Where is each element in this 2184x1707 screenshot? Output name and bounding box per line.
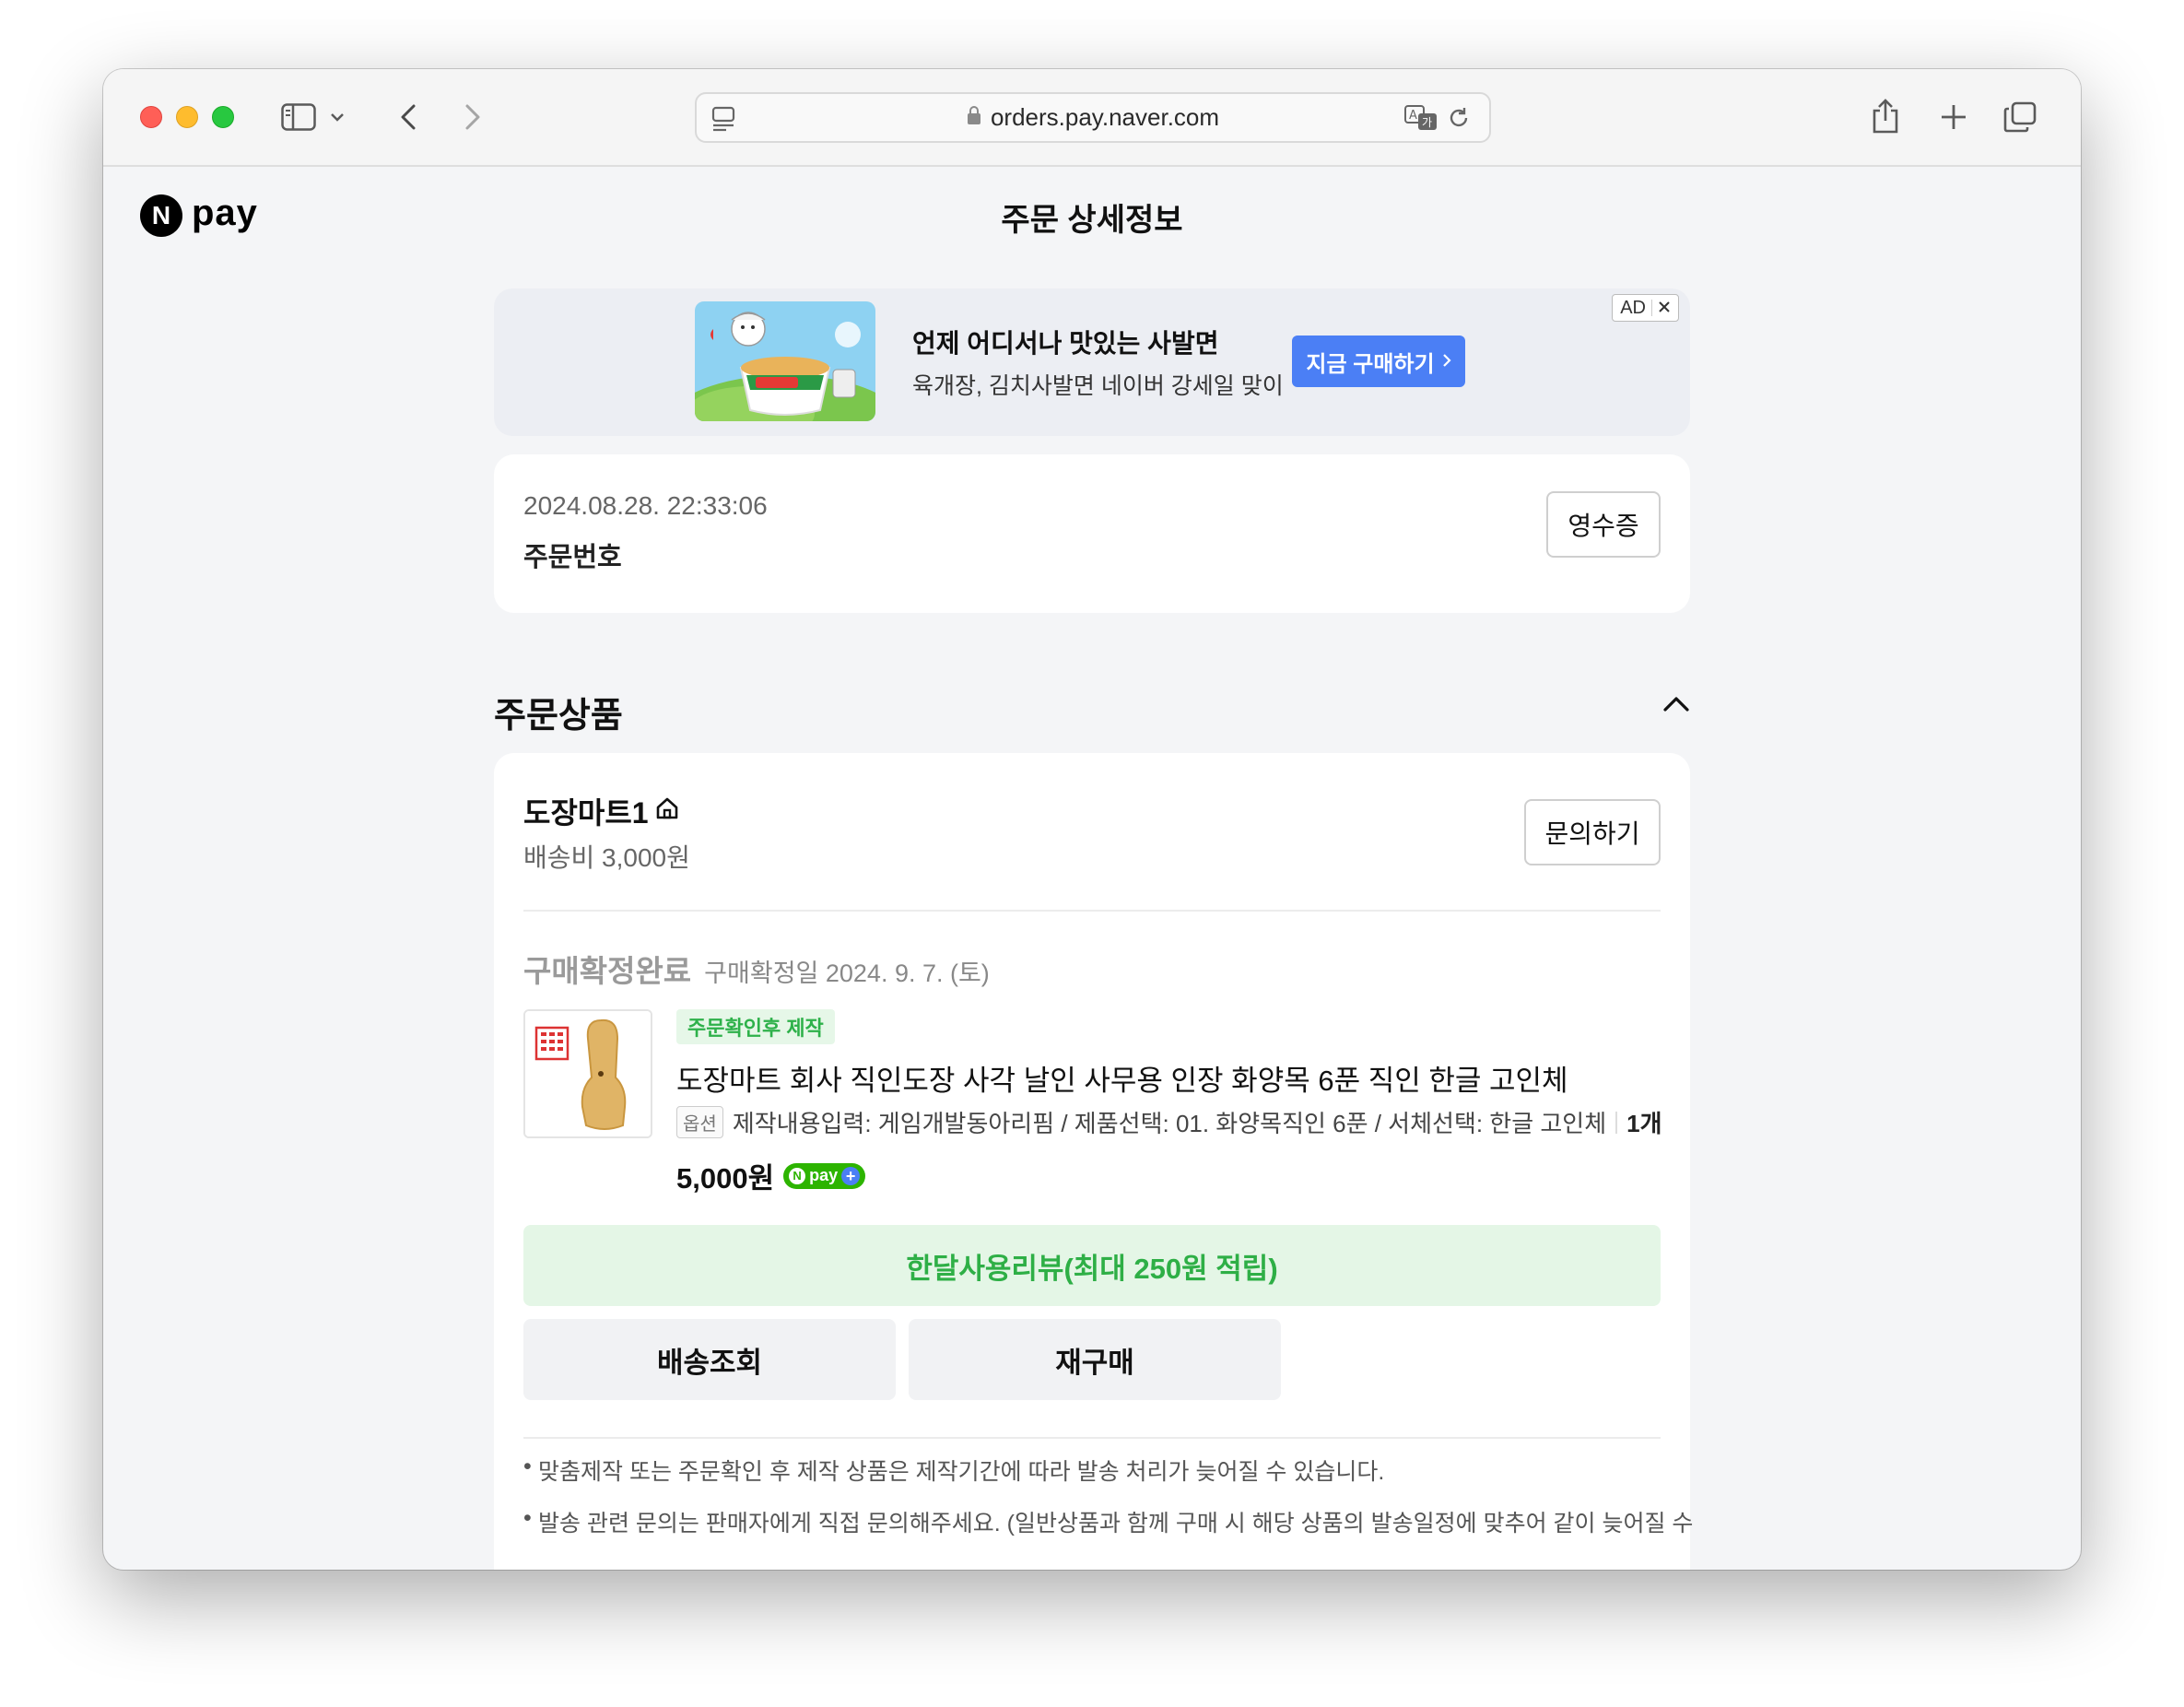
product-card: 도장마트1 배송비 3,000원 문의하기 구매확정완료 구매확정일 2024.… [494,753,1693,1570]
page-content: N pay 주문 상세정보 언제 어디서나 맛있는 사발면 육개장, 김치사발면… [103,167,2081,1570]
notice-item: 발송 관련 문의는 판매자에게 직접 문의해주세요. (일반상품과 함께 구매 … [523,1505,1693,1538]
order-info-card: 2024.08.28. 22:33:06 주문번호 영수증 [494,454,1690,613]
chevron-down-icon[interactable] [328,106,346,128]
ad-banner[interactable]: 언제 어디서나 맛있는 사발면 육개장, 김치사발면 네이버 강세일 맞이 지금… [494,288,1690,436]
quantity: 1개 [1626,1110,1662,1137]
option-badge: 옵션 [676,1106,723,1138]
browser-window: orders.pay.naver.com A가 N pay 주문 상세정보 언제… [103,69,2081,1570]
notice-item: 맞춤제작 또는 주문확인 후 제작 상품은 제작기간에 따라 발송 처리가 늦어… [523,1454,1672,1487]
new-tab-icon[interactable] [1935,99,1972,135]
ad-buy-now-button[interactable]: 지금 구매하기 [1292,336,1465,387]
purchase-confirm-date: 구매확정일 2024. 9. 7. (토) [704,959,990,987]
ad-title: 언제 어디서나 맛있는 사발면 [912,329,1219,358]
product-name[interactable]: 도장마트 회사 직인도장 사각 날인 사무용 인장 화양목 6푼 직인 한글 고… [676,1057,1568,1099]
shipping-fee: 배송비 3,000원 [523,843,690,872]
ordered-products-heading: 주문상품 [494,697,623,736]
address-bar[interactable]: orders.pay.naver.com A가 [695,92,1491,143]
purchase-status-row: 구매확정완료 구매확정일 2024. 9. 7. (토) [523,947,990,991]
ad-cta-label: 지금 구매하기 [1306,351,1435,377]
url-text: orders.pay.naver.com [990,103,1220,131]
page-title: 주문 상세정보 [1001,203,1183,238]
close-window-button[interactable] [140,106,162,128]
translate-icon[interactable]: A가 [1403,103,1439,133]
order-number-label: 주문번호 [523,543,622,572]
sidebar-toggle-icon[interactable] [280,100,317,134]
chevron-up-icon[interactable] [1662,694,1690,717]
divider [523,910,1661,912]
svg-text:가: 가 [1422,116,1432,129]
ad-subtitle: 육개장, 김치사발면 네이버 강세일 맞이 [912,373,1284,399]
divider [523,1437,1661,1439]
home-icon[interactable] [654,795,680,829]
svg-text:A: A [1409,109,1417,123]
ad-label: AD [1620,297,1646,318]
reload-icon[interactable] [1443,103,1474,133]
purchase-status: 구매확정완료 [523,954,692,988]
zoom-window-button[interactable] [212,106,234,128]
url-display[interactable]: orders.pay.naver.com [697,94,1489,141]
close-icon[interactable] [1658,298,1671,319]
store-name-label: 도장마트1 [523,796,649,830]
forward-arrow-icon[interactable] [459,100,487,134]
divider [1615,1111,1618,1134]
browser-toolbar: orders.pay.naver.com A가 [103,69,2081,167]
ad-product-image[interactable] [695,301,875,421]
write-review-button[interactable]: 한달사용리뷰(최대 250원 적립) [523,1225,1661,1306]
option-text: 제작내용입력: 게임개발동아리핌 / 제품선택: 01. 화양목직인 6푼 / … [732,1110,1607,1137]
npay-plus-badge: N pay + [783,1162,866,1189]
chevron-right-icon [1442,348,1451,374]
notice-list: 맞춤제작 또는 주문확인 후 제작 상품은 제작기간에 따라 발송 처리가 늦어… [523,1454,1693,1557]
npay-badge-text: pay [809,1166,839,1184]
track-shipping-button[interactable]: 배송조회 [523,1319,896,1400]
tab-overview-icon[interactable] [2002,99,2038,135]
store-name[interactable]: 도장마트1 [523,790,680,832]
plus-icon: + [841,1166,861,1185]
ad-badge[interactable]: AD [1612,294,1679,322]
order-datetime: 2024.08.28. 22:33:06 [523,491,768,520]
receipt-button[interactable]: 영수증 [1546,491,1661,558]
lock-icon [967,103,981,132]
made-to-order-tag: 주문확인후 제작 [676,1009,835,1044]
rebuy-button[interactable]: 재구매 [909,1319,1281,1400]
price-row: 5,000원 N pay + [676,1155,866,1196]
product-options: 옵션 제작내용입력: 게임개발동아리핌 / 제품선택: 01. 화양목직인 6푼… [676,1105,1662,1139]
minimize-window-button[interactable] [176,106,198,128]
price: 5,000원 [676,1162,775,1195]
back-arrow-icon[interactable] [394,100,422,134]
inquiry-button[interactable]: 문의하기 [1524,799,1661,865]
product-thumbnail[interactable] [523,1009,652,1138]
share-icon[interactable] [1867,95,1904,137]
n-circle-icon: N [789,1167,806,1184]
